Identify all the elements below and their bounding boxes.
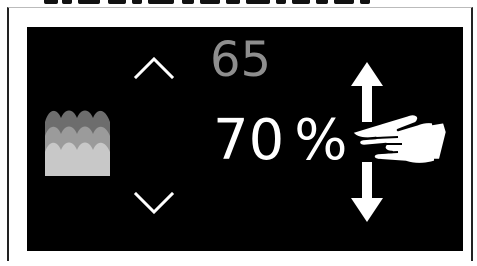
unit-label: % xyxy=(294,108,348,173)
fog-layers-icon xyxy=(45,110,110,176)
current-value: 70 xyxy=(213,108,285,173)
cropped-header-strip xyxy=(0,0,477,7)
previous-value: 65 xyxy=(210,32,272,88)
swipe-up-down-hand-icon xyxy=(350,62,448,222)
chevron-down-icon[interactable] xyxy=(133,190,175,216)
chevron-up-icon[interactable] xyxy=(133,55,175,81)
current-value-readout: 70% xyxy=(213,113,347,169)
